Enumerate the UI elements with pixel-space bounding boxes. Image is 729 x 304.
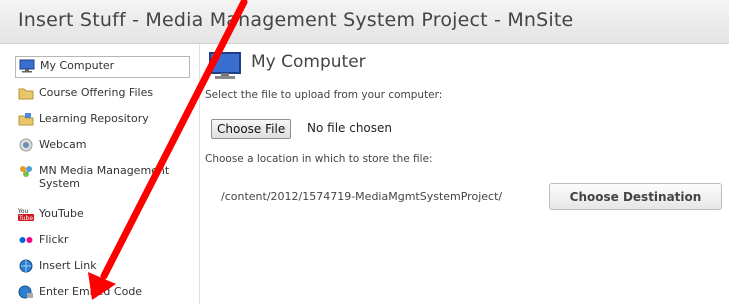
embed-icon: [18, 285, 34, 299]
file-status-text: No file chosen: [307, 121, 393, 135]
sidebar-item-label: MN Media Management System: [39, 164, 170, 190]
webcam-icon: [18, 138, 34, 152]
sidebar-item-mn-media-management-system[interactable]: MN Media Management System: [15, 161, 190, 195]
sidebar-item-insert-link[interactable]: Insert Link: [15, 256, 190, 278]
sidebar-item-label: Webcam: [39, 138, 87, 151]
monitor-icon: [19, 59, 35, 73]
sidebar-item-webcam[interactable]: Webcam: [15, 135, 190, 157]
sidebar-item-label: Insert Link: [39, 259, 97, 272]
sidebar-item-label: Flickr: [39, 233, 69, 246]
svg-text:Tube: Tube: [18, 215, 33, 221]
sidebar-item-label: Learning Repository: [39, 112, 149, 125]
monitor-icon: [208, 51, 242, 81]
sidebar-item-learning-repository[interactable]: Learning Repository: [15, 109, 190, 131]
media-management-icon: [18, 164, 34, 178]
sidebar-item-my-computer[interactable]: My Computer: [15, 56, 190, 78]
sidebar-item-label: Course Offering Files: [39, 86, 154, 99]
youtube-icon: You Tube: [17, 207, 34, 222]
sidebar-item-label: YouTube: [39, 207, 84, 220]
choose-file-button[interactable]: Choose File: [211, 119, 292, 139]
link-globe-icon: [18, 259, 34, 273]
window-titlebar: Insert Stuff - Media Management System P…: [0, 0, 729, 44]
select-file-prompt: Select the file to upload from your comp…: [205, 89, 443, 101]
sidebar-item-label: Enter Embed Code: [39, 285, 143, 298]
repository-icon: [18, 112, 34, 126]
choose-destination-button[interactable]: Choose Destination: [549, 183, 722, 210]
page-title: My Computer: [251, 52, 366, 72]
folder-icon: [18, 86, 34, 100]
source-sidebar: My Computer Course Offering Files Learni…: [0, 44, 200, 304]
destination-path: /content/2012/1574719-MediaMgmtSystemPro…: [221, 190, 503, 203]
window-title: Insert Stuff - Media Management System P…: [18, 9, 574, 31]
sidebar-item-enter-embed-code[interactable]: Enter Embed Code: [15, 282, 190, 304]
location-prompt: Choose a location in which to store the …: [205, 153, 433, 165]
svg-text:You: You: [18, 208, 29, 215]
upload-panel: My Computer Select the file to upload fr…: [201, 44, 729, 304]
flickr-icon: [18, 233, 34, 247]
sidebar-item-youtube[interactable]: You Tube YouTube: [15, 204, 190, 226]
sidebar-item-course-offering-files[interactable]: Course Offering Files: [15, 83, 190, 105]
sidebar-item-flickr[interactable]: Flickr: [15, 230, 190, 252]
sidebar-item-label: My Computer: [40, 59, 115, 72]
